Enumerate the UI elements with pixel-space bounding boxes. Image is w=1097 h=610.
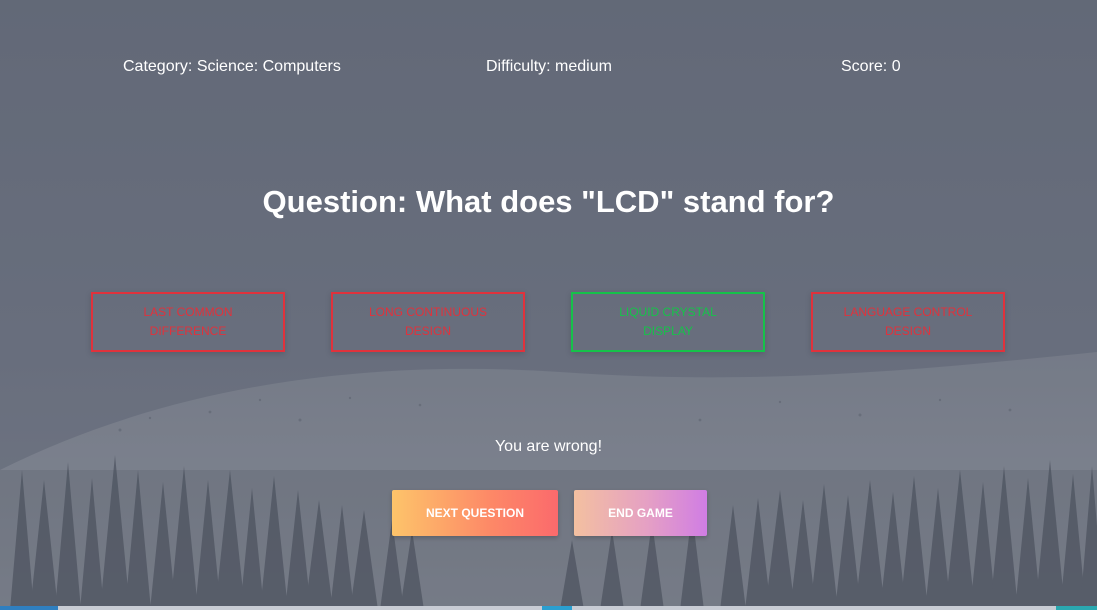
answer-option-2[interactable]: LONG CONTINUOUS DESIGN: [331, 292, 525, 352]
trivia-game: Category: Science: Computers Difficulty:…: [0, 0, 1097, 610]
bottom-edge-strip: [0, 606, 1097, 610]
answer-option-label: LIQUID CRYSTAL DISPLAY: [619, 305, 717, 338]
answer-option-label: LONG CONTINUOUS DESIGN: [368, 305, 487, 338]
answer-option-label: LANGUAGE CONTROL DESIGN: [843, 305, 973, 338]
question-text: Question: What does "LCD" stand for?: [262, 184, 835, 219]
category-label: Category: Science: Computers: [123, 58, 341, 75]
difficulty-label: Difficulty: medium: [486, 58, 612, 75]
result-message: You are wrong!: [494, 438, 603, 455]
answer-option-3[interactable]: LIQUID CRYSTAL DISPLAY: [571, 292, 765, 352]
answer-option-4[interactable]: LANGUAGE CONTROL DESIGN: [811, 292, 1005, 352]
answer-option-1[interactable]: LAST COMMON DIFFERENCE: [91, 292, 285, 352]
end-game-button[interactable]: END GAME: [574, 490, 707, 536]
answer-option-label: LAST COMMON DIFFERENCE: [143, 305, 233, 338]
game-info-bar: Category: Science: Computers Difficulty:…: [0, 58, 1097, 78]
next-question-button[interactable]: NEXT QUESTION: [392, 490, 558, 536]
score-label: Score: 0: [841, 58, 901, 75]
